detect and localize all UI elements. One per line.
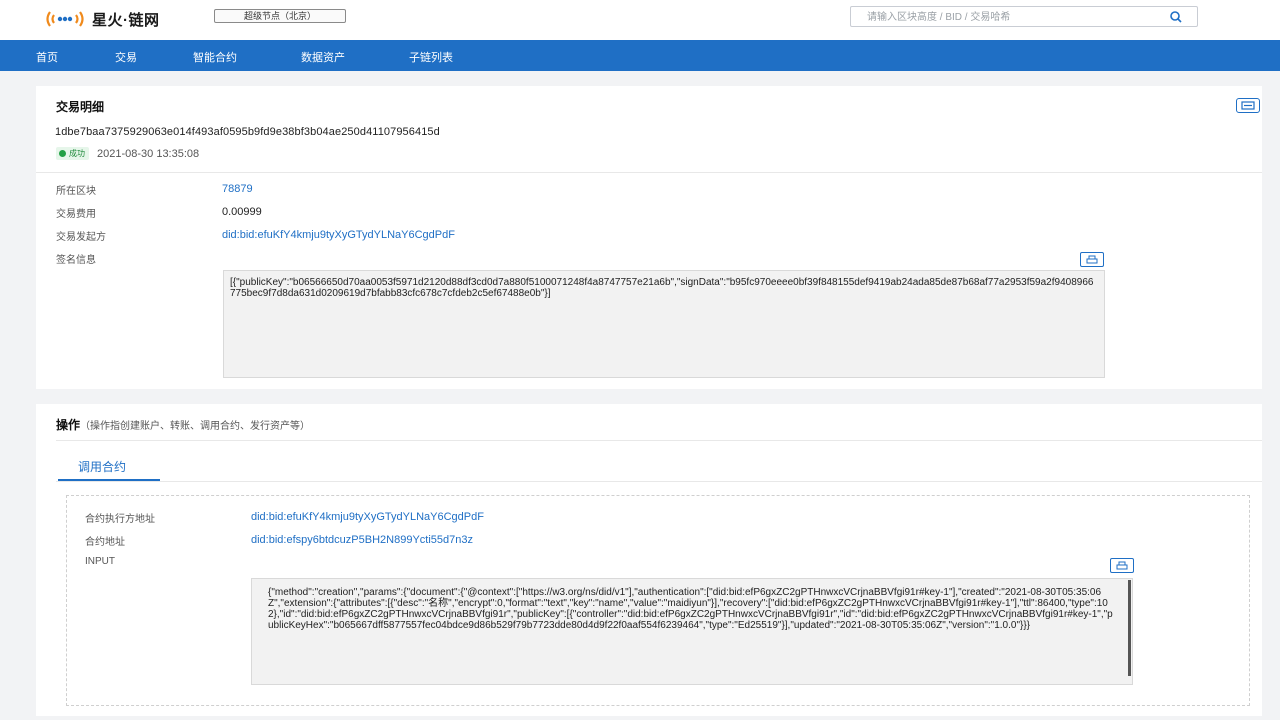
top-header: 星火·链网 超级节点（北京）: [0, 0, 1280, 40]
scrollbar[interactable]: [1128, 580, 1131, 676]
transaction-hash: 1dbe7baa7375929063e014f493af0595b9fd9e38…: [55, 126, 440, 138]
operation-detail-box: 合约执行方地址 did:bid:efuKfY4kmju9tyXyGTydYLNa…: [66, 495, 1250, 706]
status-badge: 成功: [56, 147, 89, 160]
nav-item-subchain-list[interactable]: 子链列表: [409, 49, 453, 65]
fee-value: 0.00999: [222, 206, 262, 218]
check-icon: [59, 150, 66, 157]
page-title: 交易明细: [56, 100, 105, 114]
operations-card: 操作（操作指创建账户、转账、调用合约、发行资产等） 调用合约 合约执行方地址 d…: [36, 404, 1262, 716]
operations-subtitle: （操作指创建账户、转账、调用合约、发行资产等）: [80, 421, 311, 432]
main-nav: 首页 交易 智能合约 数据资产 子链列表: [0, 40, 1280, 71]
operations-heading: 操作: [56, 418, 81, 432]
operations-title: 操作（操作指创建账户、转账、调用合约、发行资产等）: [56, 416, 310, 433]
nav-item-data-assets[interactable]: 数据资产: [301, 49, 345, 65]
search-box: [850, 6, 1198, 27]
node-selector[interactable]: 超级节点（北京）: [214, 9, 346, 23]
input-data-box[interactable]: {"method":"creation","params":{"document…: [251, 578, 1133, 685]
status-row: 成功 2021-08-30 13:35:08: [56, 147, 199, 160]
fee-label: 交易费用: [56, 209, 96, 220]
logo[interactable]: 星火·链网: [44, 8, 160, 30]
search-input[interactable]: [851, 8, 1151, 27]
tab-divider: [56, 481, 1262, 482]
tab-active-indicator: [58, 479, 160, 481]
nav-item-smart-contracts[interactable]: 智能合约: [193, 49, 237, 65]
sender-label: 交易发起方: [56, 232, 106, 243]
nav-item-transactions[interactable]: 交易: [115, 49, 137, 65]
block-label: 所在区块: [56, 186, 96, 197]
printer-icon: [1116, 561, 1128, 570]
nav-item-home[interactable]: 首页: [36, 49, 58, 65]
printer-icon: [1086, 255, 1098, 264]
executor-label: 合约执行方地址: [85, 514, 155, 525]
copy-signature-button[interactable]: [1080, 252, 1104, 267]
export-icon[interactable]: [1236, 98, 1260, 113]
status-text: 成功: [69, 149, 85, 158]
divider: [36, 172, 1262, 173]
transaction-time: 2021-08-30 13:35:08: [97, 147, 200, 160]
signature-label: 签名信息: [56, 255, 96, 266]
copy-input-button[interactable]: [1110, 558, 1134, 573]
block-link[interactable]: 78879: [222, 183, 253, 195]
executor-link[interactable]: did:bid:efuKfY4kmju9tyXyGTydYLNaY6CgdPdF: [251, 511, 484, 523]
transaction-detail-card: 交易明细 1dbe7baa7375929063e014f493af0595b9f…: [36, 86, 1262, 389]
search-icon[interactable]: [1169, 10, 1183, 24]
input-label: INPUT: [85, 556, 115, 567]
brand-name: 星火·链网: [92, 11, 160, 29]
signal-logo-icon: [44, 9, 88, 29]
divider: [56, 440, 1262, 441]
sender-link[interactable]: did:bid:efuKfY4kmju9tyXyGTydYLNaY6CgdPdF: [222, 229, 455, 241]
contract-link[interactable]: did:bid:efspy6btdcuzP5BH2N899Ycti55d7n3z: [251, 534, 473, 546]
tab-invoke-contract[interactable]: 调用合约: [78, 458, 126, 475]
signature-info-box[interactable]: [{"publicKey":"b06566650d70aa0053f5971d2…: [223, 270, 1105, 378]
contract-label: 合约地址: [85, 537, 125, 548]
